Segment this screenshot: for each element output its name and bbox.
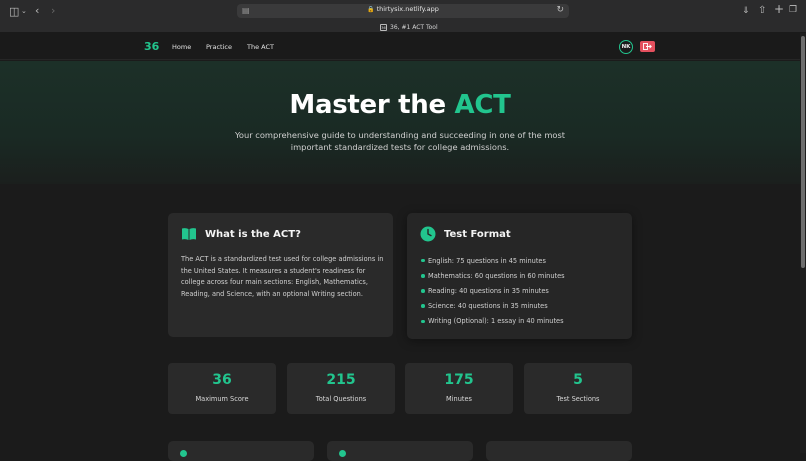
favicon-icon: 36	[380, 24, 387, 31]
nav-link-practice[interactable]: Practice	[206, 43, 232, 51]
test-format-list: English: 75 questions in 45 minutes Math…	[421, 253, 565, 329]
bullet-icon	[421, 304, 425, 308]
stat-card-test-sections: 5 Test Sections	[524, 363, 632, 414]
section-card	[486, 441, 632, 461]
section-card	[327, 441, 473, 461]
format-item-writing: Writing (Optional): 1 essay in 40 minute…	[428, 317, 564, 326]
reload-icon[interactable]: ↻	[556, 5, 564, 15]
url-text: thirtysix.netlify.app	[376, 5, 439, 13]
what-is-act-title: What is the ACT?	[205, 229, 301, 240]
book-icon	[182, 228, 196, 240]
stat-value: 5	[573, 372, 583, 388]
forward-icon[interactable]: ›	[51, 5, 55, 16]
tab-active[interactable]: 36 36, #1 ACT Tool	[380, 22, 438, 33]
browser-toolbar: ◫ ⌄ ‹ › ▤ 🔒 thirtysix.netlify.app ↻ ⇓ ⇧ +…	[0, 0, 806, 33]
clock-icon	[420, 226, 436, 242]
site-logo[interactable]: 36	[144, 40, 159, 53]
back-icon[interactable]: ‹	[35, 5, 39, 16]
stat-card-minutes: 175 Minutes	[405, 363, 513, 414]
list-item: Mathematics: 60 questions in 60 minutes	[421, 268, 565, 283]
list-item: Science: 40 questions in 35 minutes	[421, 299, 565, 314]
logout-icon	[643, 43, 652, 50]
stat-label: Minutes	[446, 395, 472, 403]
format-item-english: English: 75 questions in 45 minutes	[428, 256, 546, 265]
stat-label: Maximum Score	[195, 395, 249, 403]
what-is-act-card: What is the ACT? The ACT is a standardiz…	[168, 213, 393, 337]
hero-subtitle: Your comprehensive guide to understandin…	[234, 130, 566, 152]
hero-title: Master the ACT	[0, 90, 800, 120]
hero-title-main: Master the	[289, 90, 455, 120]
list-item: English: 75 questions in 45 minutes	[421, 253, 565, 268]
sidebar-toggle-icon[interactable]: ◫	[9, 6, 19, 17]
nav-link-home[interactable]: Home	[172, 43, 191, 51]
logout-button[interactable]	[640, 41, 655, 52]
format-item-reading: Reading: 40 questions in 35 minutes	[428, 286, 549, 295]
list-item: Reading: 40 questions in 35 minutes	[421, 283, 565, 298]
site-nav: 36 Home Practice The ACT NK	[0, 33, 806, 60]
lock-icon: 🔒	[367, 6, 375, 13]
stat-value: 215	[326, 372, 356, 388]
what-is-act-body: The ACT is a standardized test used for …	[181, 255, 384, 298]
section-icon	[339, 450, 346, 457]
stat-value: 36	[212, 372, 232, 388]
format-item-math: Mathematics: 60 questions in 60 minutes	[428, 271, 565, 280]
nav-link-the-act[interactable]: The ACT	[247, 43, 274, 51]
tab-title: 36, #1 ACT Tool	[390, 24, 438, 31]
stat-label: Test Sections	[556, 395, 600, 403]
download-icon[interactable]: ⇓	[742, 6, 750, 17]
bullet-icon	[421, 289, 425, 293]
url-display: 🔒 thirtysix.netlify.app	[237, 5, 569, 13]
hero-section: Master the ACT Your comprehensive guide …	[0, 61, 800, 184]
stat-value: 175	[444, 372, 474, 388]
hero-title-accent: ACT	[454, 90, 511, 120]
share-icon[interactable]: ⇧	[758, 5, 766, 16]
new-tab-icon[interactable]: +	[774, 3, 784, 15]
chevron-down-icon[interactable]: ⌄	[21, 6, 27, 17]
section-icon	[180, 450, 187, 457]
section-card	[168, 441, 314, 461]
scrollbar-thumb[interactable]	[801, 36, 805, 268]
stat-card-total-questions: 215 Total Questions	[287, 363, 395, 414]
bullet-icon	[421, 274, 425, 278]
bullet-icon	[421, 319, 425, 324]
test-format-card: Test Format English: 75 questions in 45 …	[407, 213, 632, 339]
avatar[interactable]: NK	[619, 40, 633, 54]
list-item: Writing (Optional): 1 essay in 40 minute…	[421, 314, 565, 329]
stat-card-max-score: 36 Maximum Score	[168, 363, 276, 414]
tab-overview-icon[interactable]: ❐	[789, 5, 797, 16]
tab-bar: 36 36, #1 ACT Tool	[0, 22, 806, 33]
stat-label: Total Questions	[315, 395, 367, 403]
test-format-title: Test Format	[444, 229, 511, 240]
address-bar[interactable]: ▤ 🔒 thirtysix.netlify.app ↻	[237, 4, 569, 18]
format-item-science: Science: 40 questions in 35 minutes	[428, 302, 548, 311]
bullet-icon	[421, 258, 425, 263]
